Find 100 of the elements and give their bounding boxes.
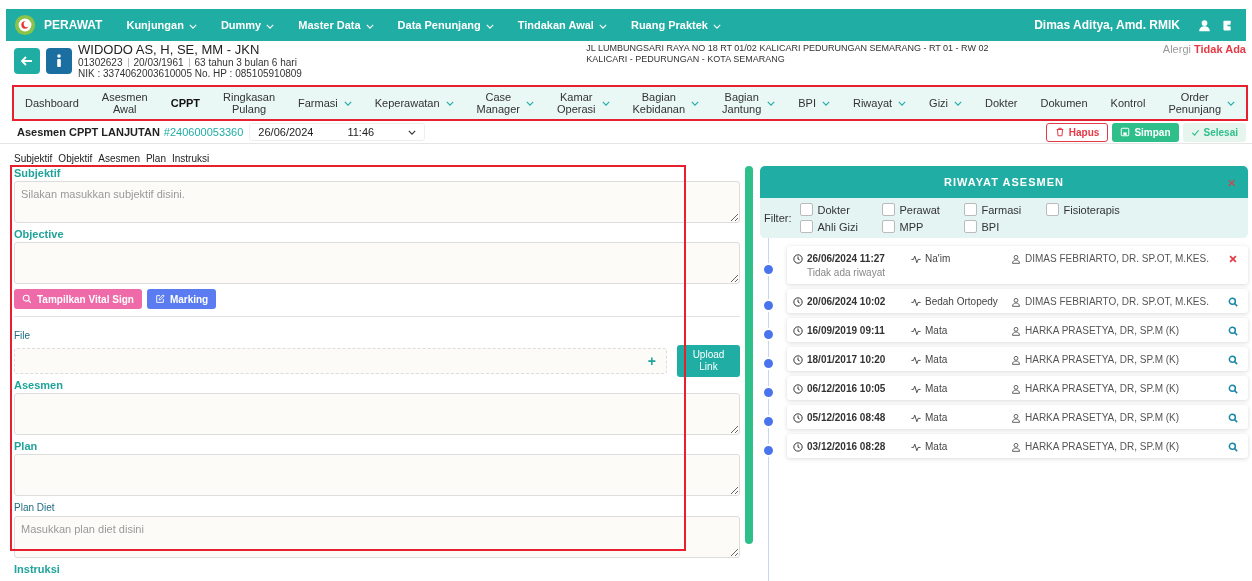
user-icon[interactable] xyxy=(1198,18,1211,32)
scroll-bar[interactable] xyxy=(745,166,753,544)
entry-datetime: 06/12/2016 10:05 xyxy=(807,383,886,394)
logo-icon xyxy=(14,14,36,36)
edit-icon xyxy=(154,294,165,304)
search-icon[interactable] xyxy=(1228,296,1238,307)
datetime-field[interactable]: 26/06/2024 11:46 xyxy=(249,123,426,141)
search-icon[interactable] xyxy=(1228,383,1238,394)
module-tab[interactable]: BPI xyxy=(795,97,833,109)
module-tab[interactable]: Dokter xyxy=(982,97,1021,109)
module-tab[interactable]: Case Manager xyxy=(473,91,537,115)
section-link[interactable]: Plan xyxy=(145,150,166,166)
timeline-dot xyxy=(762,414,775,428)
clock-icon xyxy=(793,296,803,307)
module-tab[interactable]: Dokumen xyxy=(1037,97,1091,109)
diet-plan-field[interactable]: Masukkan plan diet disini xyxy=(14,516,740,558)
timeline-dot xyxy=(762,443,775,457)
entry-datetime: 20/06/2024 10:02 xyxy=(807,296,886,307)
module-tab[interactable]: Keperawatan xyxy=(371,97,457,109)
module-tab[interactable]: Ringkasan Pulang xyxy=(220,91,278,115)
module-tab[interactable]: Riwayat xyxy=(850,97,910,109)
entry-doctor: DIMAS FEBRIARTO, DR. SP.OT, M.KES. xyxy=(1025,253,1209,264)
patient-area: KALICARI - PEDURUNGAN - KOTA SEMARANG xyxy=(586,54,989,65)
search-icon[interactable] xyxy=(1228,325,1238,336)
timeline-dot xyxy=(762,385,775,399)
search-icon[interactable] xyxy=(1228,354,1238,365)
module-tab[interactable]: CPPT xyxy=(167,97,204,109)
logout-icon[interactable] xyxy=(1221,18,1234,32)
objective-field[interactable] xyxy=(14,242,740,284)
module-tab[interactable]: Asesmen Awal xyxy=(98,91,151,115)
entry-unit: Mata xyxy=(925,441,948,452)
patient-info-button[interactable] xyxy=(46,48,72,74)
section-link[interactable]: Asesmen xyxy=(98,150,140,166)
subjective-field[interactable]: Silakan masukkan subjektif disini. xyxy=(14,181,740,223)
entry-unit: Mata xyxy=(925,325,948,336)
module-tab[interactable]: Farmasi xyxy=(295,97,355,109)
module-tab[interactable]: Order Penunjang xyxy=(1165,91,1238,115)
field-label: File xyxy=(14,329,31,343)
patient-age: 63 tahun 3 bulan 6 hari xyxy=(194,57,297,68)
clock-icon xyxy=(793,383,803,394)
panel-title: RIWAYAT ASESMEN xyxy=(944,176,1064,188)
brand-name: PERAWAT xyxy=(44,18,103,32)
history-card[interactable]: 06/12/2016 10:05 Mata HARKA PRASETYA, DR, SP.M (K) xyxy=(787,376,1248,400)
pulse-icon xyxy=(911,441,921,452)
caret-icon xyxy=(188,23,197,29)
history-card[interactable]: 03/12/2016 08:28 Mata HARKA PRASETYA, DR, SP.M (K) xyxy=(787,434,1248,458)
history-card[interactable]: 05/12/2016 08:48 Mata HARKA PRASETYA, DR, SP.M (K) xyxy=(787,405,1248,429)
field-label: Plan Diet xyxy=(14,501,55,515)
field-label: Asesmen xyxy=(14,378,63,393)
module-tab[interactable]: Kontrol xyxy=(1107,97,1149,109)
entry-datetime: 26/06/2024 11:27 xyxy=(807,253,885,264)
filter-checkbox[interactable]: Fisioterapis xyxy=(1045,203,1128,216)
clock-icon xyxy=(793,354,803,365)
history-card[interactable]: 20/06/2024 10:02 Bedah Ortopedy DIMAS FEBRIARTO, DR. SP.OT, M.KES. xyxy=(787,289,1248,313)
search-icon[interactable] xyxy=(1228,441,1238,452)
entry-datetime: 16/09/2019 09:11 xyxy=(807,325,885,336)
module-tab[interactable]: Dashboard xyxy=(22,97,82,109)
assessment-field[interactable] xyxy=(14,393,740,435)
history-card[interactable]: 16/09/2019 09:11 Mata HARKA PRASETYA, DR, SP.M (K) xyxy=(787,318,1248,342)
entry-doctor: HARKA PRASETYA, DR, SP.M (K) xyxy=(1025,354,1180,365)
timeline-dot xyxy=(762,298,775,312)
pulse-icon xyxy=(911,412,921,423)
check-icon xyxy=(1190,127,1200,137)
section-link[interactable]: Objektif xyxy=(58,150,93,166)
filter-checkbox[interactable]: Dokter xyxy=(799,203,882,216)
field-label: Instruksi xyxy=(14,562,60,577)
caret-icon xyxy=(408,129,417,135)
history-card[interactable]: 18/01/2017 10:20 Mata HARKA PRASETYA, DR, SP.M (K) xyxy=(787,347,1248,371)
timeline-dot xyxy=(762,356,775,370)
delete-button[interactable]: Hapus xyxy=(1045,122,1109,142)
caret-icon xyxy=(485,23,494,29)
marking-button[interactable]: Marking xyxy=(146,289,217,309)
history-card[interactable]: 26/06/2024 11:27 Na'im DIMAS FEBRIARTO, DR. SP.OT, M.KES. Tidak ada riwayat xyxy=(787,246,1248,284)
allergy-label: Alergi xyxy=(1162,43,1191,55)
search-icon[interactable] xyxy=(1228,412,1238,423)
module-tab[interactable]: Kamar Operasi xyxy=(554,91,613,115)
back-button[interactable] xyxy=(14,48,40,74)
module-tab[interactable]: Bagian Kebidanan xyxy=(629,91,703,115)
filter-checkbox[interactable]: Ahli Gizi xyxy=(799,220,882,233)
caret-icon xyxy=(365,23,374,29)
entry-unit: Bedah Ortopedy xyxy=(925,296,998,307)
pulse-icon xyxy=(911,296,921,307)
clock-icon xyxy=(793,412,803,423)
entry-unit: Mata xyxy=(925,354,948,365)
filter-checkbox[interactable]: Farmasi xyxy=(963,203,1046,216)
caret-icon xyxy=(712,23,721,29)
module-tab[interactable]: Bagian Jantung xyxy=(719,91,779,115)
timeline-dot xyxy=(762,262,775,276)
caret-icon xyxy=(598,23,607,29)
module-tab[interactable]: Gizi xyxy=(926,97,966,109)
filter-checkbox[interactable]: Perawat xyxy=(881,203,964,216)
section-link[interactable]: Instruksi xyxy=(171,150,210,166)
field-label: Objective xyxy=(14,227,64,242)
filter-checkbox[interactable]: BPI xyxy=(963,220,1046,233)
form-number: #240600053360 xyxy=(163,126,244,138)
delete-icon[interactable] xyxy=(1228,253,1238,264)
filter-checkbox[interactable]: MPP xyxy=(881,220,964,233)
save-icon xyxy=(1120,127,1131,137)
plan-field[interactable] xyxy=(14,454,740,496)
section-link[interactable]: Subjektif xyxy=(14,150,53,166)
